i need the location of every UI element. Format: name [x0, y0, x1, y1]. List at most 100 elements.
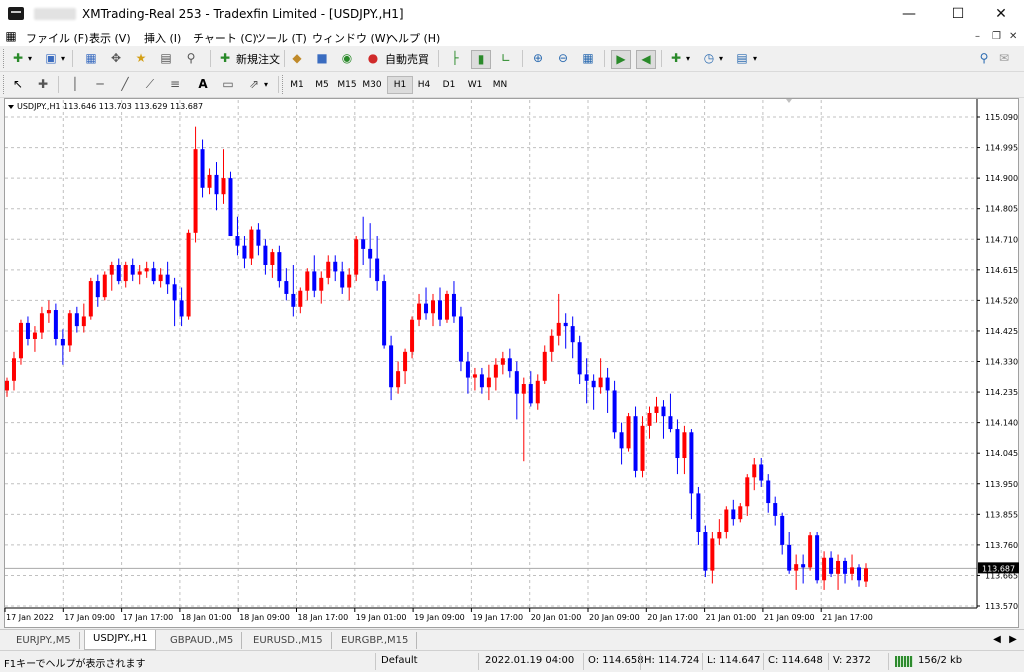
maximize-button[interactable]: ☐ — [935, 0, 981, 28]
periods-icon[interactable]: ◷ — [700, 50, 718, 67]
equidistant-channel-icon[interactable]: ⟋ — [141, 76, 159, 93]
connection-status-icon — [895, 656, 913, 667]
status-datetime: 2022.01.19 04:00 — [485, 655, 575, 666]
status-separator — [888, 653, 889, 670]
tile-icon[interactable]: ▦ — [579, 50, 597, 67]
chart-shift-icon[interactable]: ◀ — [636, 50, 656, 69]
account-id-redacted — [34, 8, 76, 20]
crosshair-icon[interactable]: ✚ — [34, 76, 52, 93]
autoscroll-icon[interactable]: ▶ — [611, 50, 631, 69]
tab-eurusd-m15[interactable]: EURUSD.,M15 — [245, 632, 332, 649]
tester-icon[interactable]: ⚲ — [182, 50, 200, 67]
chevron-down-icon[interactable]: ▾ — [26, 50, 34, 67]
status-close: C: 114.648 — [768, 655, 823, 666]
toolbar-grip[interactable] — [3, 49, 7, 68]
timeframe-h4[interactable]: H4 — [412, 77, 436, 93]
mt4-app-icon[interactable] — [8, 7, 24, 20]
zoom-in-icon[interactable]: ⊕ — [529, 50, 547, 67]
vertical-line-icon[interactable]: │ — [66, 76, 84, 93]
chart-header: USDJPY.,H1 113.646 113.703 113.629 113.6… — [8, 102, 203, 111]
timeframe-h1[interactable]: H1 — [387, 76, 413, 94]
tab-usdjpy-h1[interactable]: USDJPY.,H1 — [84, 630, 157, 650]
timeframe-d1[interactable]: D1 — [437, 77, 461, 93]
notification-icon[interactable]: ✉ — [995, 50, 1013, 67]
autotrading-icon[interactable]: ● — [364, 50, 382, 67]
search-icon[interactable]: ⚲ — [975, 50, 993, 67]
minimize-button[interactable]: — — [886, 0, 932, 28]
timeframe-mn[interactable]: MN — [488, 77, 512, 93]
status-separator — [478, 653, 479, 670]
chevron-down-icon[interactable]: ▾ — [717, 50, 725, 67]
toolbar-separator — [604, 50, 605, 67]
profiles-icon[interactable]: ▣ — [42, 50, 60, 67]
standard-toolbar: ✚ ▾ ▣ ▾ ▦ ✥ ★ ▤ ⚲ ✚ 新規注文 ◆ ■ ◉ ● 自動売買 ├ … — [0, 46, 1024, 111]
horizontal-line-icon[interactable]: ─ — [91, 76, 109, 93]
menu-chart[interactable]: チャート (C) — [193, 30, 257, 46]
chevron-down-icon[interactable]: ▾ — [262, 76, 270, 93]
menu-file[interactable]: ファイル (F) — [26, 30, 88, 46]
close-button[interactable]: ✕ — [978, 0, 1024, 28]
fibonacci-icon[interactable]: ≡ — [166, 76, 184, 93]
chevron-down-icon[interactable]: ▾ — [751, 50, 759, 67]
toolbar-separator — [284, 50, 285, 67]
signals-icon[interactable]: ◉ — [338, 50, 356, 67]
tab-eurgbp-m15[interactable]: EURGBP.,M15 — [333, 632, 418, 649]
market-watch-icon[interactable]: ▦ — [82, 50, 100, 67]
chart-window-icon[interactable]: ▦ — [2, 28, 20, 45]
mdi-close-button[interactable]: ✕ — [1009, 31, 1017, 42]
new-chart-icon[interactable]: ✚ — [9, 50, 27, 67]
mdi-restore-button[interactable]: ❐ — [992, 31, 1001, 42]
tab-scroll-right-icon[interactable]: ▶ — [1004, 631, 1022, 648]
text-tool-icon[interactable]: A — [194, 76, 212, 93]
drawing-toolbar: ↖ ✚ │ ─ ╱ ⟋ ≡ A ▭ ⇗ ▾ M1 M5 M15 M30 H1 H… — [0, 72, 1024, 98]
timeframe-w1[interactable]: W1 — [463, 77, 487, 93]
timeframe-m1[interactable]: M1 — [285, 77, 309, 93]
triangle-down-icon[interactable] — [8, 104, 14, 109]
line-chart-icon[interactable]: ∟ — [497, 50, 515, 67]
market-icon[interactable]: ■ — [313, 50, 331, 67]
menu-view[interactable]: 表示 (V) — [89, 30, 131, 46]
timeframe-m15[interactable]: M15 — [335, 77, 359, 93]
cursor-icon[interactable]: ↖ — [9, 76, 27, 93]
candlestick-icon[interactable]: ▮ — [471, 50, 491, 69]
status-separator — [375, 653, 376, 670]
bar-chart-icon[interactable]: ├ — [446, 50, 464, 67]
tab-eurjpy-m5[interactable]: EURJPY.,M5 — [8, 632, 80, 649]
new-order-button[interactable]: 新規注文 — [236, 51, 280, 67]
status-traffic: 156/2 kb — [918, 655, 963, 666]
terminal-icon[interactable]: ▤ — [157, 50, 175, 67]
menu-tools[interactable]: ツール (T) — [255, 30, 307, 46]
status-high: H: 114.724 — [644, 655, 700, 666]
status-profile: Default — [381, 655, 418, 666]
mdi-minimize-button[interactable]: – — [975, 31, 980, 42]
indicators-icon[interactable]: ✚ — [667, 50, 685, 67]
chevron-down-icon[interactable]: ▾ — [684, 50, 692, 67]
tab-gbpaud-m5[interactable]: GBPAUD.,M5 — [162, 632, 243, 649]
chart-header-text: USDJPY.,H1 113.646 113.703 113.629 113.6… — [17, 102, 204, 111]
menu-window[interactable]: ウィンドウ (W) — [312, 30, 390, 46]
zoom-out-icon[interactable]: ⊖ — [554, 50, 572, 67]
trendline-icon[interactable]: ╱ — [116, 76, 134, 93]
navigator-icon[interactable]: ★ — [132, 50, 150, 67]
new-order-icon[interactable]: ✚ — [216, 50, 234, 67]
arrows-icon[interactable]: ⇗ — [245, 76, 263, 93]
status-separator — [583, 653, 584, 670]
status-volume: V: 2372 — [833, 655, 872, 666]
chart-window[interactable] — [4, 98, 1019, 628]
data-window-icon[interactable]: ✥ — [107, 50, 125, 67]
text-label-icon[interactable]: ▭ — [219, 76, 237, 93]
menu-insert[interactable]: 挿入 (I) — [144, 30, 181, 46]
toolbar-separator — [210, 50, 211, 67]
templates-icon[interactable]: ▤ — [733, 50, 751, 67]
autotrading-button[interactable]: 自動売買 — [385, 51, 429, 67]
menu-help[interactable]: ヘルプ (H) — [387, 30, 440, 46]
timeframe-m30[interactable]: M30 — [360, 77, 384, 93]
toolbar-grip[interactable] — [3, 75, 7, 94]
timeframe-m5[interactable]: M5 — [310, 77, 334, 93]
toolbar-separator — [278, 76, 279, 93]
status-separator — [702, 653, 703, 670]
chevron-down-icon[interactable]: ▾ — [59, 50, 67, 67]
status-separator — [640, 653, 641, 670]
toolbar-separator — [72, 50, 73, 67]
metaeditor-icon[interactable]: ◆ — [288, 50, 306, 67]
